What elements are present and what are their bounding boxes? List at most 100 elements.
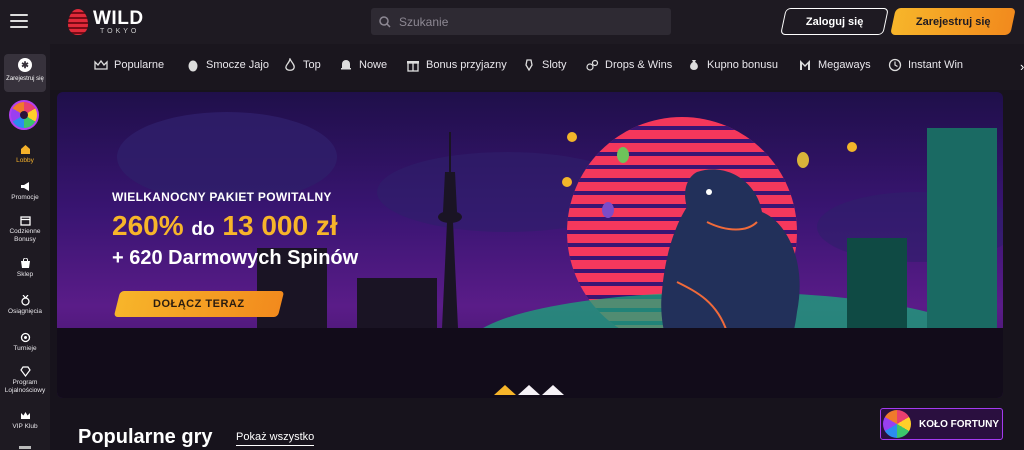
sidebar-item-program-lojalnosciowy[interactable]: Program Lojalnościowy bbox=[0, 366, 50, 395]
join-now-label: DOŁĄCZ TERAZ bbox=[153, 298, 245, 310]
easter-egg-icon bbox=[602, 202, 614, 218]
promo-spins: + 620 Darmowych Spinów bbox=[112, 247, 359, 269]
home-icon bbox=[20, 145, 30, 154]
tab-label: Megaways bbox=[818, 59, 871, 71]
easter-egg-icon bbox=[797, 152, 809, 168]
medal-icon bbox=[20, 295, 30, 306]
sidebar-item-label: Turnieje bbox=[13, 345, 37, 352]
tab-top[interactable]: Top bbox=[283, 58, 321, 72]
coin-icon bbox=[847, 142, 857, 152]
tab-label: Smocze Jajo bbox=[206, 59, 269, 71]
gift-icon bbox=[407, 61, 419, 72]
egg-icon bbox=[188, 60, 198, 72]
sidebar-item-label: Sklep bbox=[16, 271, 34, 278]
sidebar-item-label: Promocje bbox=[11, 194, 39, 201]
tab-megaways[interactable]: Megaways bbox=[798, 58, 871, 72]
promo-connector: do bbox=[191, 219, 215, 240]
sidebar-item-osiagniecia[interactable]: Osiągnięcia bbox=[0, 295, 50, 316]
sidebar-item-sklep[interactable]: Sklep bbox=[0, 258, 50, 279]
logo-egg-icon bbox=[68, 9, 88, 35]
chevron-right-icon[interactable]: › bbox=[1020, 59, 1024, 75]
tab-label: Top bbox=[303, 59, 321, 71]
sidebar-item-lobby[interactable]: Lobby bbox=[0, 144, 50, 165]
tab-drops-wins[interactable]: Drops & Wins bbox=[585, 58, 672, 72]
section-title: Popularne gry bbox=[78, 426, 213, 448]
promo-headline: 260% do 13 000 zł bbox=[112, 210, 338, 242]
top-bar: WILD TOKYO Zaloguj się Zarejestruj się bbox=[0, 0, 1024, 44]
promo-amount: 13 000 zł bbox=[222, 210, 338, 241]
tab-kupno-bonusu[interactable]: Kupno bonusu bbox=[687, 58, 778, 72]
logo[interactable]: WILD TOKYO bbox=[68, 8, 158, 38]
tab-label: Bonus przyjazny bbox=[426, 59, 507, 71]
more-icon[interactable] bbox=[19, 446, 31, 449]
tournament-icon bbox=[20, 332, 30, 343]
sidebar-item-turnieje[interactable]: Turnieje bbox=[0, 332, 50, 353]
fortune-wheel-icon bbox=[883, 410, 911, 438]
sidebar-item-label: Program Lojalnościowy bbox=[4, 379, 46, 394]
sidebar-register-button[interactable]: ✱ Zarejestruj się bbox=[4, 54, 46, 92]
easter-egg-icon bbox=[617, 147, 629, 163]
register-icon: ✱ bbox=[18, 58, 32, 72]
logo-text: WILD bbox=[93, 8, 144, 29]
megaphone-icon bbox=[20, 182, 29, 191]
sidebar-item-codzienne-bonusy[interactable]: Codzienne Bonusy bbox=[0, 215, 50, 244]
search-icon bbox=[379, 15, 391, 28]
logo-subtext: TOKYO bbox=[100, 28, 140, 35]
tab-instant-win[interactable]: Instant Win bbox=[888, 58, 963, 72]
register-button[interactable]: Zarejestruj się bbox=[890, 8, 1016, 35]
tab-label: Sloty bbox=[542, 59, 567, 71]
menu-icon[interactable] bbox=[10, 14, 28, 28]
tab-label: Popularne bbox=[114, 59, 165, 71]
tab-bonus-przyjazny[interactable]: Bonus przyjazny bbox=[406, 58, 507, 72]
moneybag-icon bbox=[690, 60, 698, 70]
drops-icon bbox=[586, 59, 599, 71]
carousel-dot[interactable] bbox=[542, 385, 564, 395]
coin-icon bbox=[567, 132, 577, 142]
sidebar-item-label: Codzienne Bonusy bbox=[9, 228, 41, 243]
category-bar: Popularne Smocze Jajo Top Nowe Bonus prz… bbox=[50, 44, 1024, 90]
fortune-wheel-widget[interactable]: KOŁO FORTUNY bbox=[880, 408, 1003, 440]
carousel-dot[interactable] bbox=[494, 385, 516, 395]
fortune-wheel-icon[interactable] bbox=[9, 100, 39, 130]
show-all-link[interactable]: Pokaż wszystko bbox=[236, 431, 315, 446]
login-button-label: Zaloguj się bbox=[805, 15, 864, 28]
tab-popularne[interactable]: Popularne bbox=[94, 58, 164, 72]
sidebar-item-label: Osiągnięcia bbox=[8, 308, 42, 315]
tab-label: Instant Win bbox=[908, 59, 964, 71]
flame-icon bbox=[285, 58, 295, 71]
login-button[interactable]: Zaloguj się bbox=[780, 8, 889, 35]
tab-label: Nowe bbox=[359, 59, 388, 71]
sidebar-item-label: Lobby bbox=[16, 157, 34, 164]
search-box[interactable] bbox=[371, 8, 671, 35]
diamond-icon bbox=[19, 366, 31, 377]
instant-icon bbox=[888, 58, 902, 72]
tab-label: Kupno bonusu bbox=[707, 59, 778, 71]
tab-nowe[interactable]: Nowe bbox=[339, 58, 387, 72]
fortune-wheel-label: KOŁO FORTUNY bbox=[919, 418, 999, 430]
join-now-button[interactable]: DOŁĄCZ TERAZ bbox=[113, 291, 285, 317]
sidebar: ✱ Zarejestruj się Lobby Promocje Codzien… bbox=[0, 44, 50, 450]
sidebar-item-vip-klub[interactable]: VIP Klub bbox=[0, 410, 50, 431]
crown-icon bbox=[20, 412, 30, 419]
sidebar-item-promocje[interactable]: Promocje bbox=[0, 181, 50, 202]
promo-subtitle: WIELKANOCNY PAKIET POWITALNY bbox=[112, 190, 332, 204]
crown-icon bbox=[94, 59, 108, 70]
search-input[interactable] bbox=[399, 14, 659, 29]
calendar-gift-icon bbox=[19, 216, 31, 226]
promo-percent: 260% bbox=[112, 210, 184, 241]
tab-label: Drops & Wins bbox=[605, 59, 673, 71]
coin-icon bbox=[562, 177, 572, 187]
carousel-dot[interactable] bbox=[518, 385, 540, 395]
slot-icon bbox=[525, 59, 533, 72]
sidebar-register-label: Zarejestruj się bbox=[6, 76, 44, 82]
tab-sloty[interactable]: Sloty bbox=[522, 58, 566, 72]
carousel-indicators bbox=[494, 385, 566, 395]
megaways-icon bbox=[800, 60, 810, 70]
tab-smocze-jajo[interactable]: Smocze Jajo bbox=[186, 58, 269, 72]
hero-banner[interactable]: WIELKANOCNY PAKIET POWITALNY 260% do 13 … bbox=[57, 92, 1003, 398]
sidebar-item-label: VIP Klub bbox=[12, 423, 38, 430]
bell-icon bbox=[341, 60, 351, 70]
cloud-shape bbox=[117, 112, 337, 202]
register-button-label: Zarejestruj się bbox=[915, 15, 991, 28]
shop-icon bbox=[20, 258, 30, 268]
